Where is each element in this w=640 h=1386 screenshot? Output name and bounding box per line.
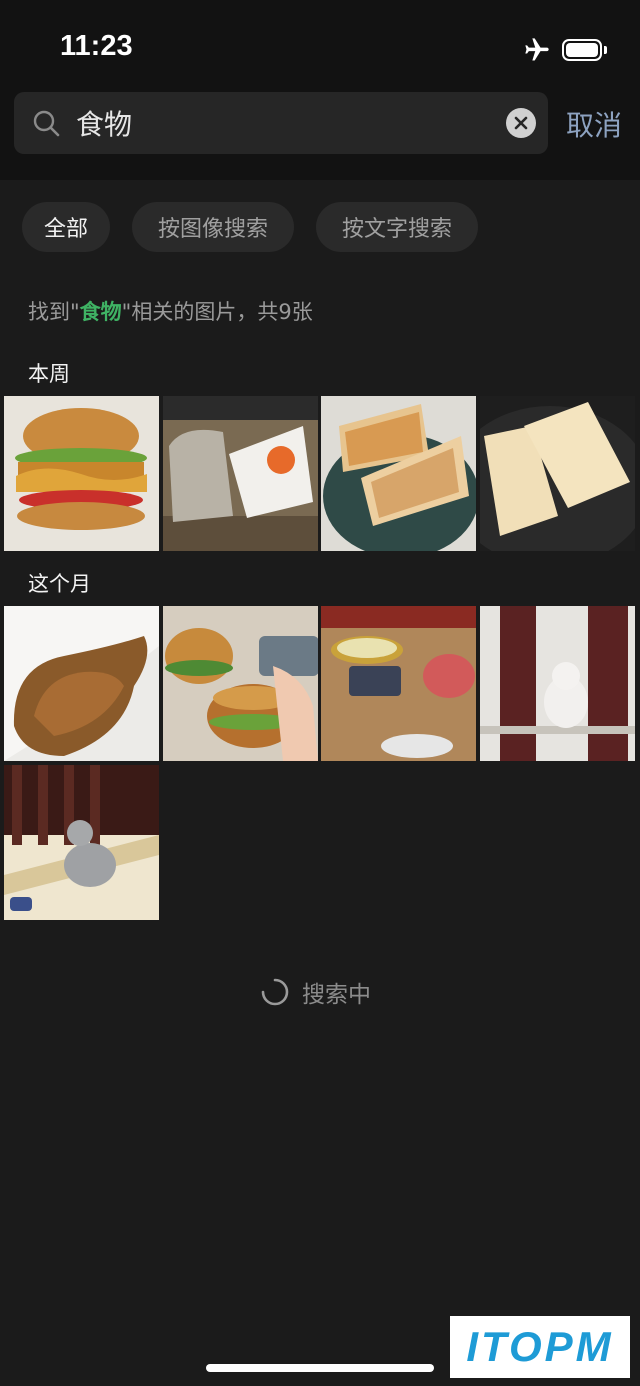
photo-thumbnail[interactable]	[4, 606, 159, 761]
filter-chip-image-search[interactable]: 按图像搜索	[132, 202, 294, 252]
section-title-this-month: 这个月	[28, 572, 91, 596]
cancel-button[interactable]: 取消	[566, 104, 622, 144]
photo-thumbnail[interactable]	[4, 765, 159, 920]
photo-thumbnail[interactable]	[321, 606, 476, 761]
toast-plate-photo	[321, 396, 476, 551]
photo-thumbnail[interactable]	[163, 396, 318, 551]
result-count-text: 找到"食物"相关的图片，共9张	[28, 296, 313, 326]
white-cat-photo	[480, 606, 635, 761]
burgers-photo	[163, 606, 318, 761]
status-time: 11:23	[60, 30, 133, 62]
loading-text: 搜索中	[302, 982, 371, 1008]
search-icon	[33, 110, 60, 137]
takeout-bag-photo	[163, 396, 318, 551]
section-title-this-week: 本周	[28, 362, 70, 386]
photo-thumbnail[interactable]	[321, 396, 476, 551]
photo-thumbnail[interactable]	[480, 396, 635, 551]
photo-thumbnail[interactable]	[163, 606, 318, 761]
result-prefix: 找到"	[28, 300, 80, 324]
filter-chip-all[interactable]: 全部	[22, 202, 110, 252]
photo-thumbnail[interactable]	[4, 396, 159, 551]
battery-tip	[604, 46, 607, 54]
gray-cat-photo	[4, 765, 159, 920]
search-input[interactable]	[76, 101, 496, 145]
burger-photo	[4, 396, 159, 551]
toast-pan-photo	[480, 396, 635, 551]
clear-search-button[interactable]	[506, 108, 536, 138]
airplane-mode-icon	[525, 38, 549, 61]
battery-icon	[562, 39, 602, 61]
close-icon	[514, 116, 528, 130]
watermark-text: ITOPM	[466, 1323, 614, 1370]
filter-chip-text-search[interactable]: 按文字搜索	[316, 202, 478, 252]
photo-thumbnail[interactable]	[480, 606, 635, 761]
result-suffix: "相关的图片，共9张	[121, 300, 313, 324]
watermark-logo: ITOPM	[450, 1316, 630, 1378]
result-keyword: 食物	[79, 300, 122, 324]
home-indicator	[206, 1364, 434, 1372]
spinner-icon	[261, 978, 289, 1006]
roast-chicken-photo	[4, 606, 159, 761]
search-box[interactable]	[14, 92, 548, 154]
hotpot-table-photo	[321, 606, 476, 761]
loading-indicator: 搜索中	[260, 976, 371, 1008]
